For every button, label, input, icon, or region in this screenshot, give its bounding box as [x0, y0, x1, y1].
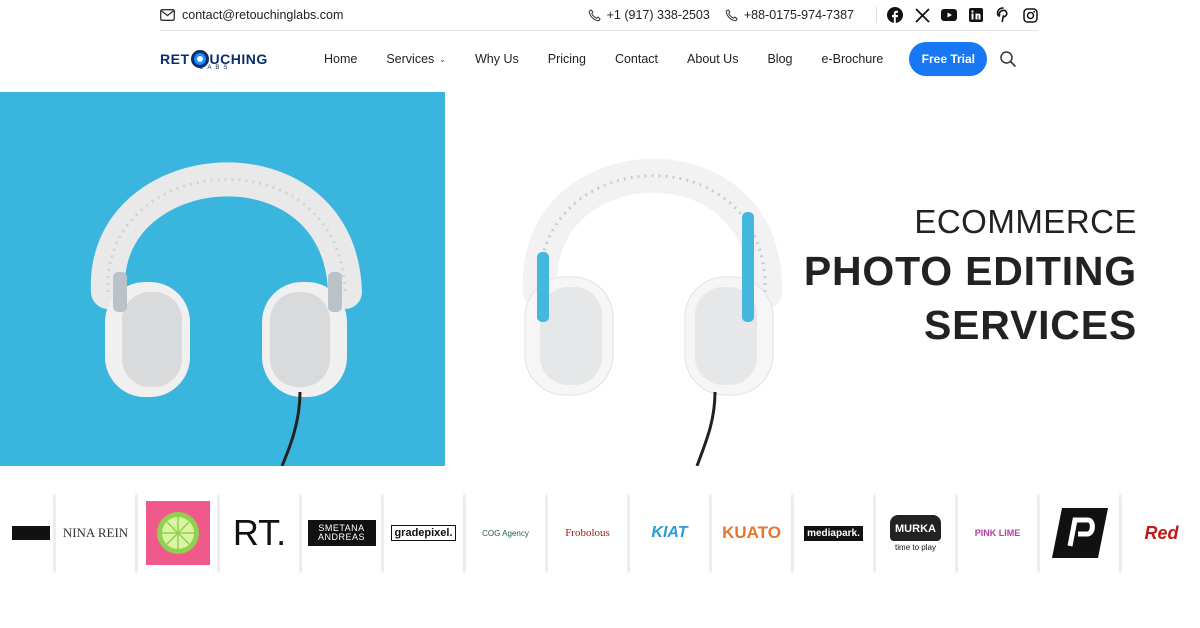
- nav-pricing[interactable]: Pricing: [548, 52, 586, 66]
- client-logo: RT.: [220, 493, 299, 573]
- hero-line-2: PHOTO EDITING: [803, 248, 1137, 294]
- nav-e-brochure[interactable]: e-Brochure: [822, 52, 884, 66]
- client-logo-mark: [11, 526, 50, 540]
- client-logo: Red: [1122, 493, 1200, 573]
- client-logo: [138, 493, 217, 573]
- linkedin-icon[interactable]: [968, 7, 984, 23]
- client-logo: Frobolous: [548, 493, 627, 573]
- client-logo: mediapark.: [794, 493, 873, 573]
- client-logo: [1040, 493, 1119, 573]
- search-icon[interactable]: [999, 50, 1017, 68]
- nav-about-us[interactable]: About Us: [687, 52, 738, 66]
- hero-headline: ECOMMERCE PHOTO EDITING SERVICES: [804, 200, 1137, 352]
- lime-icon: [156, 512, 199, 554]
- client-logo: PINK LIME: [958, 493, 1037, 573]
- chevron-down-icon: ⌄: [439, 54, 446, 64]
- phone-bd-text: +88-0175-974-7387: [743, 8, 854, 22]
- p-mark-logo: [1051, 508, 1108, 558]
- logo-subtitle: LABS: [200, 65, 232, 71]
- client-logo: COG Agency: [466, 493, 545, 573]
- client-logo: gradepixel.: [384, 493, 463, 573]
- phone-icon: [725, 8, 738, 21]
- nav-why-us[interactable]: Why Us: [475, 52, 519, 66]
- hero-before-image: [0, 92, 445, 466]
- nav-home[interactable]: Home: [324, 52, 357, 66]
- facebook-icon[interactable]: [887, 7, 903, 23]
- headphones-on-white: [522, 158, 783, 466]
- main-nav: RET UCHING LABS Home Services ⌄ Why Us Pr…: [160, 38, 1038, 80]
- social-links: [876, 7, 1038, 23]
- phone-bd[interactable]: +88-0175-974-7387: [724, 8, 854, 23]
- hero-line-3: SERVICES: [923, 302, 1137, 348]
- phone-icon: [588, 8, 601, 21]
- nav-menu: Home Services ⌄ Why Us Pricing Contact Ab…: [324, 52, 883, 66]
- headphones-on-blue: [90, 162, 362, 466]
- pinterest-icon[interactable]: [995, 7, 1011, 23]
- nav-services[interactable]: Services ⌄: [386, 52, 446, 66]
- nav-contact[interactable]: Contact: [615, 52, 658, 66]
- phone-us[interactable]: +1 (917) 338-2503: [587, 8, 710, 23]
- phone-us-text: +1 (917) 338-2503: [606, 8, 710, 22]
- client-logo: KIAT: [630, 493, 709, 573]
- youtube-icon[interactable]: [941, 7, 957, 23]
- x-icon[interactable]: [914, 7, 930, 23]
- hero-after-image: [445, 92, 805, 466]
- top-bar: contact@retouchinglabs.com +1 (917) 338-…: [160, 0, 1038, 31]
- client-logo: [8, 493, 53, 573]
- client-logo: KUATO: [712, 493, 791, 573]
- free-trial-button[interactable]: Free Trial: [909, 42, 988, 76]
- contact-email[interactable]: contact@retouchinglabs.com: [160, 8, 343, 22]
- client-logo: MURKA time to play: [876, 493, 955, 573]
- logo-text-left: RET: [160, 51, 190, 67]
- client-logo: SMETANA ANDREAS: [302, 493, 381, 573]
- mail-icon: [160, 9, 175, 21]
- site-logo[interactable]: RET UCHING LABS: [160, 44, 270, 74]
- client-logo-strip: NINA REIN RT. SMETANA ANDREAS gradepixel…: [8, 493, 1200, 573]
- email-text: contact@retouchinglabs.com: [182, 8, 344, 22]
- client-logo: NINA REIN: [56, 493, 135, 573]
- nav-blog[interactable]: Blog: [767, 52, 792, 66]
- instagram-icon[interactable]: [1022, 7, 1038, 23]
- hero-line-1: ECOMMERCE: [914, 203, 1137, 240]
